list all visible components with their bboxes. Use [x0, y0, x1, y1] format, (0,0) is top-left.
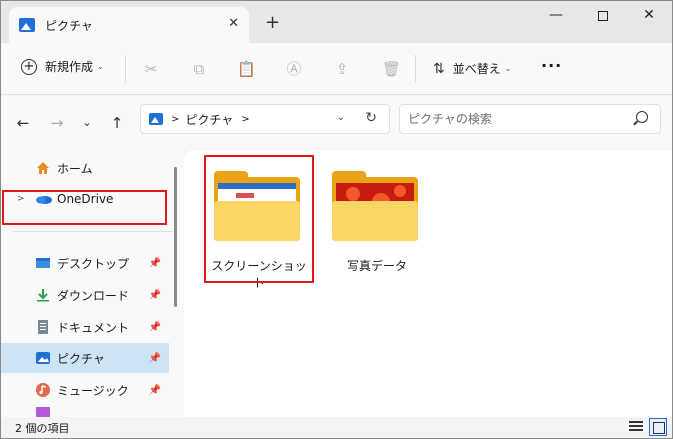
paste-icon[interactable]: 📋 [237, 60, 256, 78]
sidebar-item-desktop[interactable]: デスクトップ 📌 [1, 248, 169, 278]
chevron-down-icon: ⌄ [504, 64, 512, 73]
sidebar-item-pictures[interactable]: ピクチャ 📌 [1, 343, 169, 373]
address-dropdown-icon[interactable]: ⌄ [337, 112, 345, 123]
highlight-box-pictures [2, 190, 167, 225]
sidebar-divider [13, 231, 173, 232]
delete-icon[interactable]: 🗑 [382, 60, 401, 78]
folder-front [332, 201, 418, 241]
sort-label: 並べ替え [452, 62, 501, 76]
pin-icon[interactable]: 📌 [149, 322, 161, 333]
sidebar-item-music[interactable]: ミュージック 📌 [1, 375, 169, 405]
item-count: 2 個の項目 [15, 422, 70, 435]
sidebar-item-downloads[interactable]: ダウンロード 📌 [1, 280, 169, 310]
music-icon [35, 383, 51, 397]
navigation-bar: ← → ⌄ ↑ > ピクチャ > ⌄ ↻ [1, 96, 672, 151]
pictures-icon [35, 351, 51, 365]
videos-icon [35, 407, 51, 417]
desktop-icon [35, 256, 51, 270]
command-bar: + 新規作成 ⌄ ✂ ⧉ 📋 Ⓐ ⇪ 🗑 ⇅ 並べ替え ⌄ ··· [1, 43, 672, 95]
tab-close-icon[interactable]: ✕ [228, 16, 239, 31]
tiles-view-icon[interactable] [649, 418, 667, 436]
sidebar-item-label: ダウンロード [57, 288, 130, 303]
thumb-flower [394, 185, 406, 197]
breadcrumb-pictures[interactable]: ピクチャ [185, 111, 233, 128]
refresh-icon[interactable]: ↻ [365, 110, 377, 126]
breadcrumb-separator[interactable]: > [241, 114, 249, 125]
address-bar[interactable]: > ピクチャ > ⌄ ↻ [140, 104, 390, 134]
folder-photos[interactable]: 写真データ [324, 157, 430, 281]
download-icon [35, 288, 51, 302]
documents-icon [35, 320, 51, 334]
minimize-button[interactable]: — [541, 7, 571, 23]
sort-button[interactable]: ⇅ 並べ替え ⌄ [433, 60, 511, 77]
maximize-icon [598, 11, 608, 21]
cut-icon[interactable]: ✂ [142, 60, 160, 78]
recent-locations-button[interactable]: ⌄ [77, 116, 97, 129]
new-button[interactable]: + 新規作成 ⌄ [21, 58, 104, 75]
pictures-icon [19, 18, 35, 32]
toolbar-divider [125, 55, 126, 83]
pictures-icon [149, 113, 163, 125]
more-options-button[interactable]: ··· [541, 56, 562, 75]
sidebar-item-documents[interactable]: ドキュメント 📌 [1, 312, 169, 342]
file-list: スクリーンショット 写真データ [184, 151, 672, 417]
tab-title: ピクチャ [45, 18, 93, 33]
sidebar-scrollbar[interactable] [174, 167, 177, 307]
forward-button[interactable]: → [47, 114, 67, 132]
folder-label: 写真データ [346, 259, 407, 273]
home-icon [35, 161, 51, 175]
share-icon[interactable]: ⇪ [333, 60, 351, 78]
pin-icon[interactable]: 📌 [149, 385, 161, 396]
search-input[interactable] [408, 112, 618, 126]
search-icon[interactable] [636, 111, 648, 123]
chevron-down-icon: ⌄ [97, 62, 104, 71]
new-tab-button[interactable]: + [265, 12, 280, 33]
sidebar-item-label: デスクトップ [57, 256, 130, 271]
details-view-icon[interactable] [629, 421, 643, 433]
pin-icon[interactable]: 📌 [149, 258, 161, 269]
thumb-flower [346, 187, 360, 201]
pin-icon[interactable]: 📌 [149, 353, 161, 364]
add-circle-icon: + [21, 58, 37, 75]
sidebar-item-label: ドキュメント [57, 320, 130, 335]
rename-icon[interactable]: Ⓐ [285, 60, 303, 78]
folder-icon [332, 171, 418, 241]
sidebar-item-label: ホーム [57, 161, 93, 176]
title-bar: ピクチャ ✕ + — ✕ [1, 1, 672, 43]
sidebar-item-home[interactable]: ホーム [1, 153, 169, 183]
breadcrumb-separator[interactable]: > [171, 114, 179, 125]
new-button-label: 新規作成 [45, 60, 94, 74]
tab-pictures[interactable]: ピクチャ ✕ [9, 7, 249, 43]
back-button[interactable]: ← [13, 114, 33, 132]
sidebar-item-partial [1, 407, 169, 417]
maximize-button[interactable] [588, 7, 618, 25]
sidebar-item-label: ピクチャ [57, 351, 105, 366]
status-bar: 2 個の項目 [1, 417, 672, 438]
up-button[interactable]: ↑ [107, 114, 127, 132]
toolbar-divider [415, 55, 416, 83]
file-explorer-window: ピクチャ ✕ + — ✕ + 新規作成 ⌄ ✂ ⧉ 📋 Ⓐ ⇪ 🗑 ⇅ 並べ替え… [0, 0, 673, 439]
sort-icon: ⇅ [433, 60, 445, 77]
sidebar-item-label: ミュージック [57, 383, 129, 398]
pin-icon[interactable]: 📌 [149, 290, 161, 301]
search-box[interactable] [399, 104, 661, 134]
highlight-box-screenshots [204, 155, 314, 283]
close-button[interactable]: ✕ [634, 7, 664, 23]
copy-icon[interactable]: ⧉ [190, 60, 208, 78]
